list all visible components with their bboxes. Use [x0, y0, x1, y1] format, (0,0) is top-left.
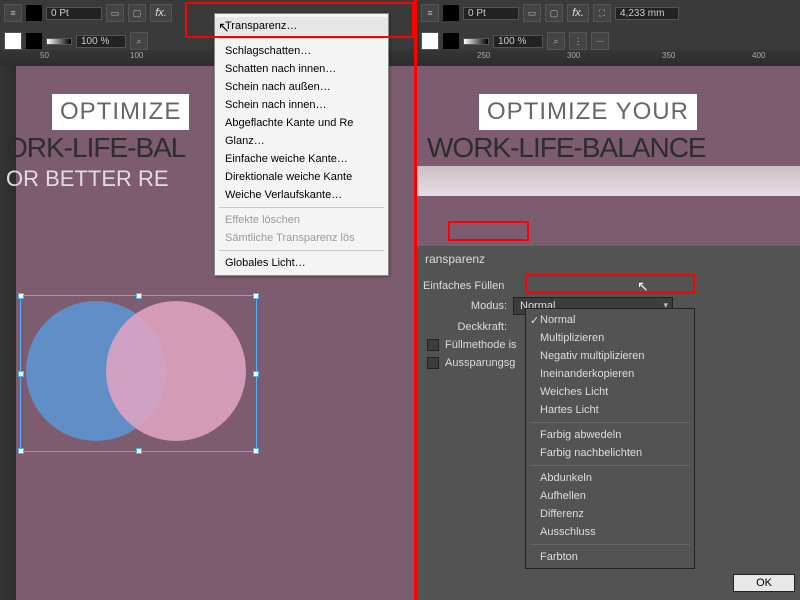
rect-icon[interactable]: ▭ — [106, 4, 124, 22]
menu-satin[interactable]: Glanz… — [215, 132, 388, 150]
ruler-horizontal: 250 300 350 400 — [417, 50, 800, 66]
mode-exclusion[interactable]: Ausschluss — [526, 523, 694, 541]
gradient-bar[interactable] — [463, 38, 489, 45]
text-line2: ORK-LIFE-BAL — [6, 132, 185, 164]
mode-difference[interactable]: Differenz — [526, 505, 694, 523]
secondary-swatch[interactable] — [443, 33, 459, 49]
mode-hardlight[interactable]: Hartes Licht — [526, 401, 694, 419]
blend-mode-dropdown: Normal Multiplizieren Negativ multiplizi… — [525, 308, 695, 569]
stroke-swatch[interactable] — [26, 5, 42, 21]
measure-field[interactable]: 4,233 mm — [615, 7, 679, 20]
opacity-field[interactable]: 100 % — [493, 35, 543, 48]
menu-global-light[interactable]: Globales Licht… — [215, 254, 388, 272]
fx-context-menu: Transparenz… Schlagschatten… Schatten na… — [214, 13, 389, 276]
menu-basic-feather[interactable]: Einfache weiche Kante… — [215, 150, 388, 168]
mode-label: Modus: — [427, 300, 507, 312]
gradient-bar[interactable] — [46, 38, 72, 45]
fx-icon[interactable]: fx. — [567, 4, 589, 22]
fill-swatch[interactable] — [4, 32, 22, 50]
fx-icon[interactable]: fx. — [150, 4, 172, 22]
mode-multiply[interactable]: Multiplizieren — [526, 329, 694, 347]
blur-bar — [417, 166, 800, 196]
isolate-blend-label: Füllmethode is — [445, 339, 517, 351]
menu-drop-shadow[interactable]: Schlagschatten… — [215, 42, 388, 60]
eyedrop-icon[interactable]: ⌕ — [547, 32, 565, 50]
mode-normal[interactable]: Normal — [526, 311, 694, 329]
frame-icon[interactable]: ▢ — [545, 4, 563, 22]
mode-hue[interactable]: Farbton — [526, 548, 694, 566]
frame-icon[interactable]: ▢ — [128, 4, 146, 22]
menu-gradient-feather[interactable]: Weiche Verlaufskante… — [215, 186, 388, 204]
secondary-swatch[interactable] — [26, 33, 42, 49]
selection-frame — [20, 295, 257, 452]
stroke-weight[interactable]: 0 Pt — [463, 7, 519, 20]
opacity-label: Deckkraft: — [427, 321, 507, 333]
mode-overlay[interactable]: Ineinanderkopieren — [526, 365, 694, 383]
rect-icon[interactable]: ▭ — [523, 4, 541, 22]
knockout-checkbox[interactable] — [427, 357, 439, 369]
dialog-title: ransparenz — [417, 246, 800, 272]
mode-softlight[interactable]: Weiches Licht — [526, 383, 694, 401]
crop-icon[interactable]: ⛶ — [593, 4, 611, 22]
opacity-field[interactable]: 100 % — [76, 35, 126, 48]
text-line1b: OPTIMIZE YOUR — [487, 98, 689, 126]
align-icon[interactable]: ≡ — [4, 4, 22, 22]
align-vert-icon[interactable]: ⋯ — [591, 32, 609, 50]
menu-inner-shadow[interactable]: Schatten nach innen… — [215, 60, 388, 78]
mode-darken[interactable]: Abdunkeln — [526, 469, 694, 487]
stroke-weight[interactable]: 0 Pt — [46, 7, 102, 20]
menu-bevel[interactable]: Abgeflachte Kante und Re — [215, 114, 388, 132]
ok-button[interactable]: OK — [733, 574, 795, 592]
venn-group[interactable] — [26, 301, 251, 446]
toolbar-right: ≡ 0 Pt ▭ ▢ fx. ⛶ 4,233 mm 100 % ⌕ ⋮ ⋯ — [417, 0, 800, 50]
isolate-blend-checkbox[interactable] — [427, 339, 439, 351]
mode-screen[interactable]: Negativ multiplizieren — [526, 347, 694, 365]
text-line3: OR BETTER RE — [6, 166, 169, 192]
text-line1: OPTIMIZE — [60, 98, 181, 126]
mode-colorburn[interactable]: Farbig nachbelichten — [526, 444, 694, 462]
mode-lighten[interactable]: Aufhellen — [526, 487, 694, 505]
menu-transparency[interactable]: Transparenz… — [215, 17, 388, 35]
menu-inner-glow[interactable]: Schein nach innen… — [215, 96, 388, 114]
menu-directional-feather[interactable]: Direktionale weiche Kante — [215, 168, 388, 186]
menu-outer-glow[interactable]: Schein nach außen… — [215, 78, 388, 96]
stroke-swatch[interactable] — [443, 5, 459, 21]
transparency-dialog: ransparenz Einfaches Füllen Modus: Norma… — [417, 246, 800, 600]
menu-clear-effects: Effekte löschen — [215, 211, 388, 229]
eyedrop-icon[interactable]: ⌕ — [130, 32, 148, 50]
text-line2b: WORK-LIFE-BALANCE — [427, 132, 706, 164]
mode-colordodge[interactable]: Farbig abwedeln — [526, 426, 694, 444]
distribute-icon[interactable]: ⋮ — [569, 32, 587, 50]
canvas-right[interactable]: OPTIMIZE YOUR WORK-LIFE-BALANCE ranspare… — [417, 66, 800, 600]
fill-swatch[interactable] — [421, 32, 439, 50]
menu-clear-transparency: Sämtliche Transparenz lös — [215, 229, 388, 247]
knockout-label: Aussparungsg — [445, 357, 515, 369]
dialog-section: Einfaches Füllen — [417, 272, 800, 294]
align-icon[interactable]: ≡ — [421, 4, 439, 22]
